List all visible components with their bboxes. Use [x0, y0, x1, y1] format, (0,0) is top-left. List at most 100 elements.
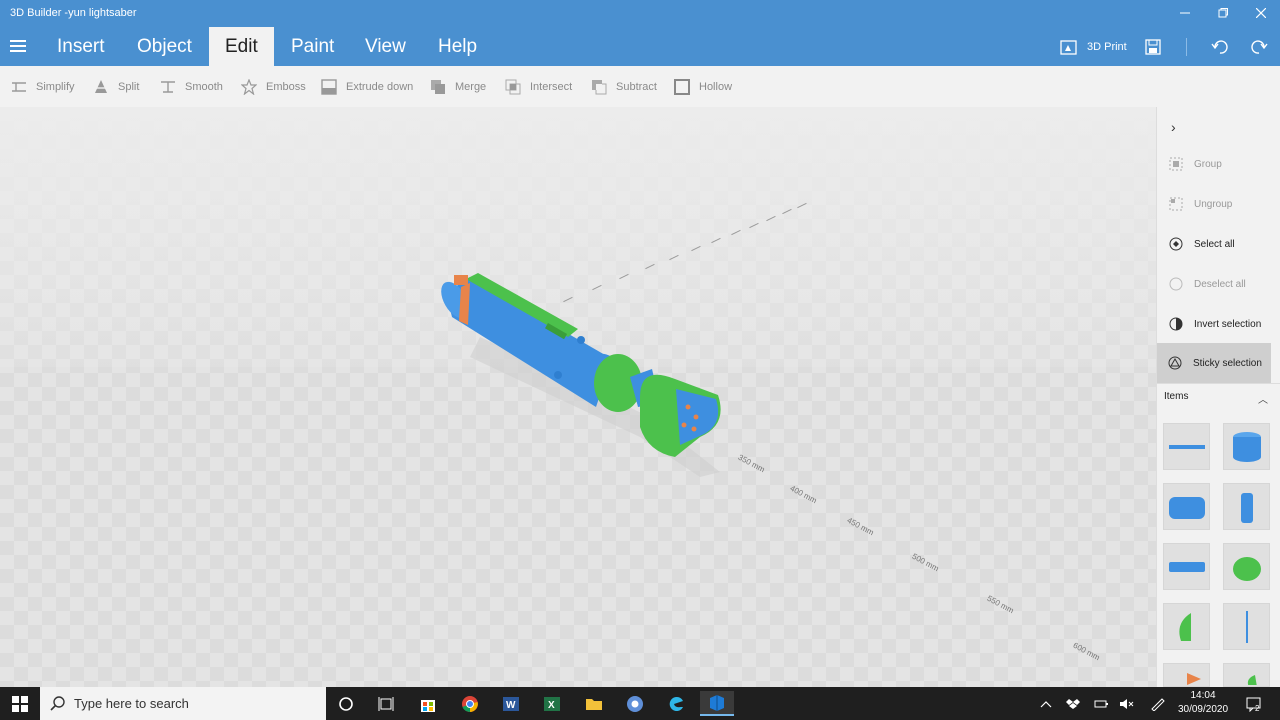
word-app-button[interactable]: W: [494, 691, 528, 716]
intersect-icon: [505, 79, 521, 95]
store-app-button[interactable]: [411, 691, 445, 716]
word-icon: W: [503, 696, 519, 711]
cylinder-thumb-icon: [1168, 496, 1205, 519]
3d-viewport[interactable]: 350 mm 400 mm 450 mm 500 mm 550 mm 600 m…: [0, 107, 1156, 687]
minimize-button[interactable]: [1166, 0, 1204, 26]
ungroup-icon: [1169, 197, 1183, 211]
simplify-label: Simplify: [36, 81, 75, 93]
pen-workspace-icon[interactable]: [1150, 687, 1166, 720]
battery-icon[interactable]: [1094, 687, 1108, 720]
collapse-panel-chevron-icon[interactable]: ›: [1171, 119, 1176, 135]
split-icon: [93, 80, 109, 93]
intersect-button[interactable]: Intersect: [505, 78, 572, 96]
select-all-icon: [1169, 237, 1183, 251]
item-thumbnail[interactable]: [1223, 543, 1270, 590]
group-icon: [1169, 157, 1183, 171]
hollow-icon: [674, 79, 690, 95]
item-thumbnail[interactable]: [1163, 543, 1210, 590]
item-thumbnail[interactable]: [1223, 423, 1270, 470]
cortana-button[interactable]: [329, 691, 363, 716]
notification-icon: [1246, 697, 1261, 712]
tab-insert[interactable]: Insert: [41, 27, 121, 66]
close-button[interactable]: [1242, 0, 1280, 26]
task-view-icon: [378, 696, 394, 711]
lightsaber-model[interactable]: [0, 107, 1156, 687]
item-thumbnail[interactable]: [1163, 663, 1210, 687]
3d-builder-app-button[interactable]: [700, 691, 734, 716]
sticky-selection-button[interactable]: Sticky selection: [1157, 343, 1271, 383]
edit-toolbar: Simplify Split Smooth Emboss Extrude dow…: [0, 66, 1280, 107]
undo-button[interactable]: [1211, 34, 1228, 60]
item-thumbnail[interactable]: [1223, 663, 1270, 687]
hollow-button[interactable]: Hollow: [674, 78, 732, 96]
tab-view[interactable]: View: [349, 27, 422, 66]
chrome-app-button[interactable]: [453, 691, 487, 716]
merge-icon: [431, 80, 445, 94]
select-all-button[interactable]: Select all: [1158, 225, 1270, 263]
chromium-app-button[interactable]: [618, 691, 652, 716]
svg-text:X: X: [548, 700, 555, 711]
task-view-button[interactable]: [369, 691, 403, 716]
item-thumbnail[interactable]: [1163, 603, 1210, 650]
taskbar-search-box[interactable]: Type here to search: [40, 687, 326, 720]
save-button[interactable]: [1145, 34, 1161, 60]
taskbar-clock[interactable]: 14:04 30/09/2020: [1172, 689, 1234, 717]
tab-paint[interactable]: Paint: [275, 27, 350, 66]
split-button[interactable]: Split: [93, 78, 139, 96]
clock-date: 30/09/2020: [1177, 704, 1229, 715]
subtract-button[interactable]: Subtract: [591, 78, 657, 96]
simplify-icon: [12, 82, 26, 92]
tab-help[interactable]: Help: [422, 27, 493, 66]
item-thumbnail[interactable]: [1163, 483, 1210, 530]
subtract-icon: [592, 80, 607, 95]
tab-edit[interactable]: Edit: [209, 27, 274, 66]
shroud-thumb-icon: [1178, 612, 1191, 641]
deselect-all-button[interactable]: Deselect all: [1158, 265, 1270, 303]
ungroup-button[interactable]: Ungroup: [1158, 185, 1270, 223]
emboss-star-icon: [241, 79, 257, 95]
start-button[interactable]: [0, 687, 40, 720]
maximize-button[interactable]: [1204, 0, 1242, 26]
hollow-label: Hollow: [699, 81, 733, 93]
file-explorer-button[interactable]: [577, 691, 611, 716]
ungroup-label: Ungroup: [1194, 198, 1233, 210]
bar-thumb-icon: [1168, 561, 1205, 572]
cylinder-thumb-icon: [1240, 492, 1253, 523]
save-icon: [1145, 39, 1161, 55]
redo-button[interactable]: [1251, 34, 1268, 60]
volume-muted-icon[interactable]: [1119, 687, 1135, 720]
divider: [1186, 38, 1187, 56]
hamburger-menu-icon[interactable]: [10, 40, 26, 52]
item-thumbnail[interactable]: [1223, 483, 1270, 530]
windows-taskbar: Type here to search W X 14:04 30/09/2020…: [0, 687, 1280, 720]
emboss-button[interactable]: Emboss: [241, 78, 306, 96]
excel-app-button[interactable]: X: [535, 691, 569, 716]
windows-logo-icon: [12, 695, 28, 712]
folder-icon: [586, 698, 602, 710]
store-icon: [421, 699, 435, 712]
action-center-button[interactable]: 2: [1246, 687, 1262, 720]
dropbox-icon[interactable]: [1066, 687, 1080, 720]
sticky-selection-label: Sticky selection: [1193, 357, 1262, 369]
extrude-down-button[interactable]: Extrude down: [321, 78, 413, 96]
3d-print-icon: [1060, 40, 1077, 55]
tab-object[interactable]: Object: [121, 27, 208, 66]
3d-print-button[interactable]: 3D Print: [1060, 34, 1127, 60]
smooth-button[interactable]: Smooth: [160, 78, 223, 96]
deselect-all-icon: [1169, 277, 1183, 291]
extrude-down-label: Extrude down: [346, 81, 414, 93]
select-all-label: Select all: [1194, 238, 1235, 250]
emboss-label: Emboss: [266, 81, 306, 93]
edge-app-button[interactable]: [660, 691, 694, 716]
excel-icon: X: [544, 696, 560, 711]
invert-selection-button[interactable]: Invert selection: [1158, 305, 1270, 343]
item-thumbnail[interactable]: [1163, 423, 1210, 470]
show-hidden-icons-chevron-up-icon[interactable]: [1040, 687, 1052, 720]
item-thumbnail[interactable]: [1223, 603, 1270, 650]
simplify-button[interactable]: Simplify: [11, 78, 75, 96]
merge-button[interactable]: Merge: [430, 78, 486, 96]
collapse-items-chevron-up-icon[interactable]: ︿: [1258, 391, 1268, 406]
group-button[interactable]: Group: [1158, 145, 1270, 183]
clock-time: 14:04: [1190, 690, 1216, 701]
merge-label: Merge: [455, 81, 487, 93]
